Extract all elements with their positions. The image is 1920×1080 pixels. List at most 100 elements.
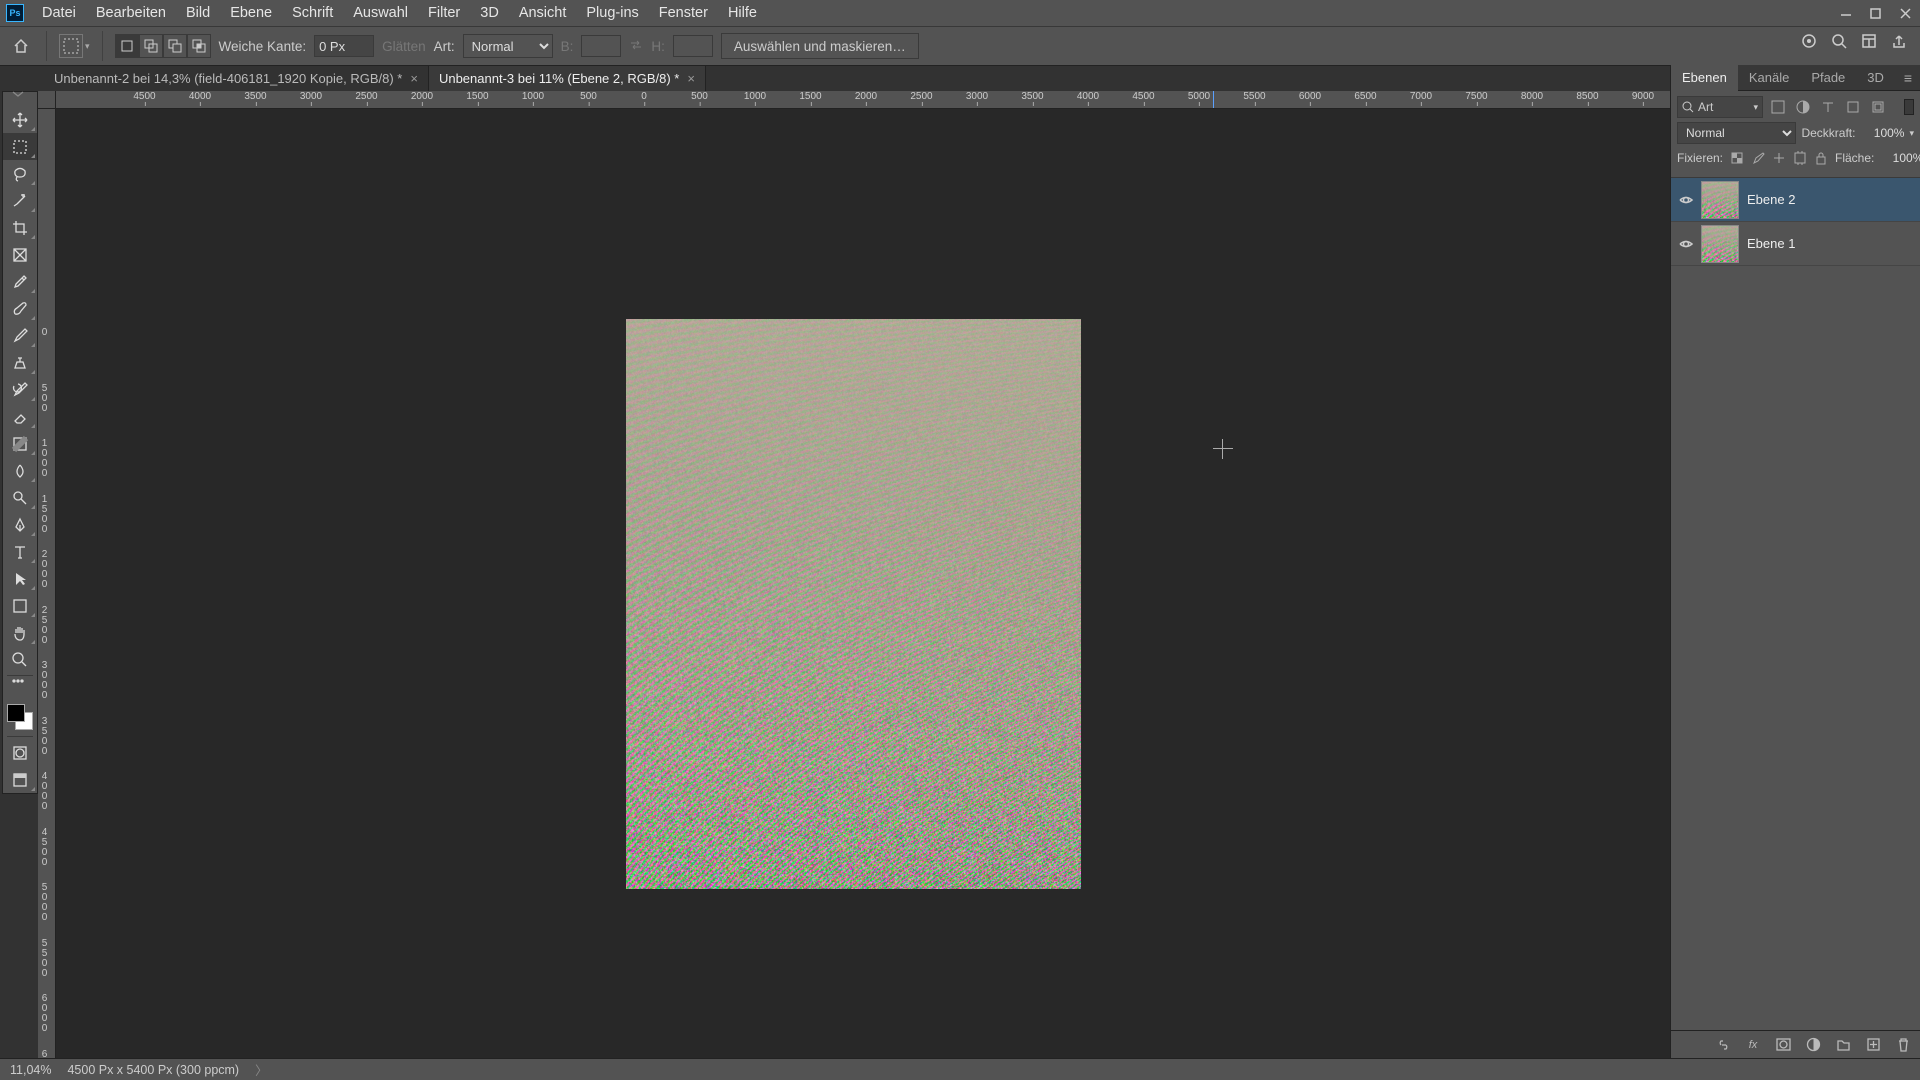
panel-tab-3d[interactable]: 3D xyxy=(1856,65,1895,91)
type-tool[interactable] xyxy=(3,538,37,565)
close-tab-icon[interactable]: × xyxy=(687,71,695,86)
lock-transparent-icon[interactable] xyxy=(1728,149,1746,167)
pen-tool[interactable] xyxy=(3,511,37,538)
doc-info-chevron-icon[interactable]: 〉 xyxy=(255,1060,268,1079)
layer-name[interactable]: Ebene 1 xyxy=(1747,236,1795,251)
style-select[interactable]: Normal xyxy=(463,34,553,58)
blur-tool[interactable] xyxy=(3,457,37,484)
link-layers-icon[interactable] xyxy=(1714,1036,1732,1054)
tool-preset[interactable]: ▾ xyxy=(59,34,90,58)
menu-datei[interactable]: Datei xyxy=(32,0,86,26)
group-layers-icon[interactable] xyxy=(1834,1036,1852,1054)
home-icon[interactable] xyxy=(8,33,34,59)
new-layer-icon[interactable] xyxy=(1864,1036,1882,1054)
visibility-icon[interactable] xyxy=(1671,192,1701,208)
maximize-button[interactable] xyxy=(1860,0,1890,26)
screenmode-icon[interactable] xyxy=(3,766,37,793)
filter-smart-icon[interactable] xyxy=(1868,97,1888,117)
selection-subtract-icon[interactable] xyxy=(163,34,187,58)
menu-ebene[interactable]: Ebene xyxy=(220,0,282,26)
selection-mode-group[interactable] xyxy=(115,34,211,58)
adjustment-layer-icon[interactable] xyxy=(1804,1036,1822,1054)
layer-filter-type[interactable]: Art ▾ xyxy=(1677,96,1763,118)
share-icon[interactable] xyxy=(1886,28,1912,54)
layer-name[interactable]: Ebene 2 xyxy=(1747,192,1795,207)
opacity-input[interactable] xyxy=(1860,123,1904,143)
healing-brush-tool[interactable] xyxy=(3,295,37,322)
filter-shape-icon[interactable] xyxy=(1843,97,1863,117)
select-and-mask-button[interactable]: Auswählen und maskieren… xyxy=(721,33,919,59)
visibility-icon[interactable] xyxy=(1671,236,1701,252)
lock-image-icon[interactable] xyxy=(1749,149,1767,167)
filter-adjust-icon[interactable] xyxy=(1793,97,1813,117)
layer-thumbnail[interactable] xyxy=(1701,181,1739,219)
menu-3d[interactable]: 3D xyxy=(470,0,509,26)
menu-bild[interactable]: Bild xyxy=(176,0,220,26)
panel-tab-kanäle[interactable]: Kanäle xyxy=(1738,65,1800,91)
selection-intersect-icon[interactable] xyxy=(187,34,211,58)
move-tool[interactable] xyxy=(3,106,37,133)
magic-wand-tool[interactable] xyxy=(3,187,37,214)
layer-row[interactable]: Ebene 2 xyxy=(1671,178,1920,222)
filter-toggle[interactable] xyxy=(1904,99,1914,115)
delete-layer-icon[interactable] xyxy=(1894,1036,1912,1054)
zoom-level[interactable]: 11,04% xyxy=(10,1063,51,1077)
edit-toolbar-icon[interactable] xyxy=(3,678,37,696)
close-button[interactable] xyxy=(1890,0,1920,26)
document-tab[interactable]: Unbenannt-2 bei 14,3% (field-406181_1920… xyxy=(44,66,429,92)
marquee-tool[interactable] xyxy=(3,133,37,160)
menu-schrift[interactable]: Schrift xyxy=(282,0,343,26)
eraser-tool[interactable] xyxy=(3,403,37,430)
history-brush-tool[interactable] xyxy=(3,376,37,403)
selection-add-icon[interactable] xyxy=(139,34,163,58)
panel-tab-pfade[interactable]: Pfade xyxy=(1800,65,1856,91)
panel-tab-ebenen[interactable]: Ebenen xyxy=(1671,65,1738,91)
search-icon[interactable] xyxy=(1826,28,1852,54)
ruler-vertical[interactable]: 0500100015002000250030003500400045005000… xyxy=(38,109,56,1058)
brush-tool[interactable] xyxy=(3,322,37,349)
lock-artboard-icon[interactable] xyxy=(1791,149,1809,167)
cloud-docs-icon[interactable] xyxy=(1796,28,1822,54)
menu-ansicht[interactable]: Ansicht xyxy=(509,0,577,26)
frame-tool[interactable] xyxy=(3,241,37,268)
crop-tool[interactable] xyxy=(3,214,37,241)
doc-info[interactable]: 4500 Px x 5400 Px (300 ppcm) xyxy=(67,1063,239,1077)
layer-thumbnail[interactable] xyxy=(1701,225,1739,263)
menu-filter[interactable]: Filter xyxy=(418,0,470,26)
layer-mask-icon[interactable] xyxy=(1774,1036,1792,1054)
dodge-tool[interactable] xyxy=(3,484,37,511)
ruler-origin[interactable] xyxy=(38,91,56,109)
layer-fx-icon[interactable]: fx xyxy=(1744,1036,1762,1054)
clone-stamp-tool[interactable] xyxy=(3,349,37,376)
menu-hilfe[interactable]: Hilfe xyxy=(718,0,767,26)
menu-auswahl[interactable]: Auswahl xyxy=(343,0,418,26)
menu-fenster[interactable]: Fenster xyxy=(649,0,718,26)
zoom-tool[interactable] xyxy=(3,646,37,673)
lock-all-icon[interactable] xyxy=(1812,149,1830,167)
ruler-horizontal[interactable]: 4500400035003000250020001500100050005001… xyxy=(56,91,1670,109)
selection-new-icon[interactable] xyxy=(115,34,139,58)
eyedropper-tool[interactable] xyxy=(3,268,37,295)
lock-position-icon[interactable] xyxy=(1770,149,1788,167)
document-tab[interactable]: Unbenannt-3 bei 11% (Ebene 2, RGB/8) *× xyxy=(429,66,706,92)
workspace-icon[interactable] xyxy=(1856,28,1882,54)
minimize-button[interactable] xyxy=(1830,0,1860,26)
hand-tool[interactable] xyxy=(3,619,37,646)
path-select-tool[interactable] xyxy=(3,565,37,592)
menu-bearbeiten[interactable]: Bearbeiten xyxy=(86,0,176,26)
filter-pixel-icon[interactable] xyxy=(1768,97,1788,117)
canvas-view[interactable] xyxy=(56,109,1670,1058)
menu-plug-ins[interactable]: Plug-ins xyxy=(576,0,648,26)
panel-menu-icon[interactable]: ≡ xyxy=(1896,70,1920,86)
feather-input[interactable] xyxy=(314,35,374,57)
document-canvas[interactable] xyxy=(626,319,1081,889)
filter-type-icon[interactable] xyxy=(1818,97,1838,117)
blend-mode-select[interactable]: Normal xyxy=(1677,122,1796,144)
quickmask-icon[interactable] xyxy=(3,739,37,766)
fill-input[interactable] xyxy=(1879,148,1920,168)
layer-row[interactable]: Ebene 1 xyxy=(1671,222,1920,266)
shape-tool[interactable] xyxy=(3,592,37,619)
color-swatch[interactable] xyxy=(3,700,37,734)
close-tab-icon[interactable]: × xyxy=(410,71,418,86)
gradient-tool[interactable] xyxy=(3,430,37,457)
